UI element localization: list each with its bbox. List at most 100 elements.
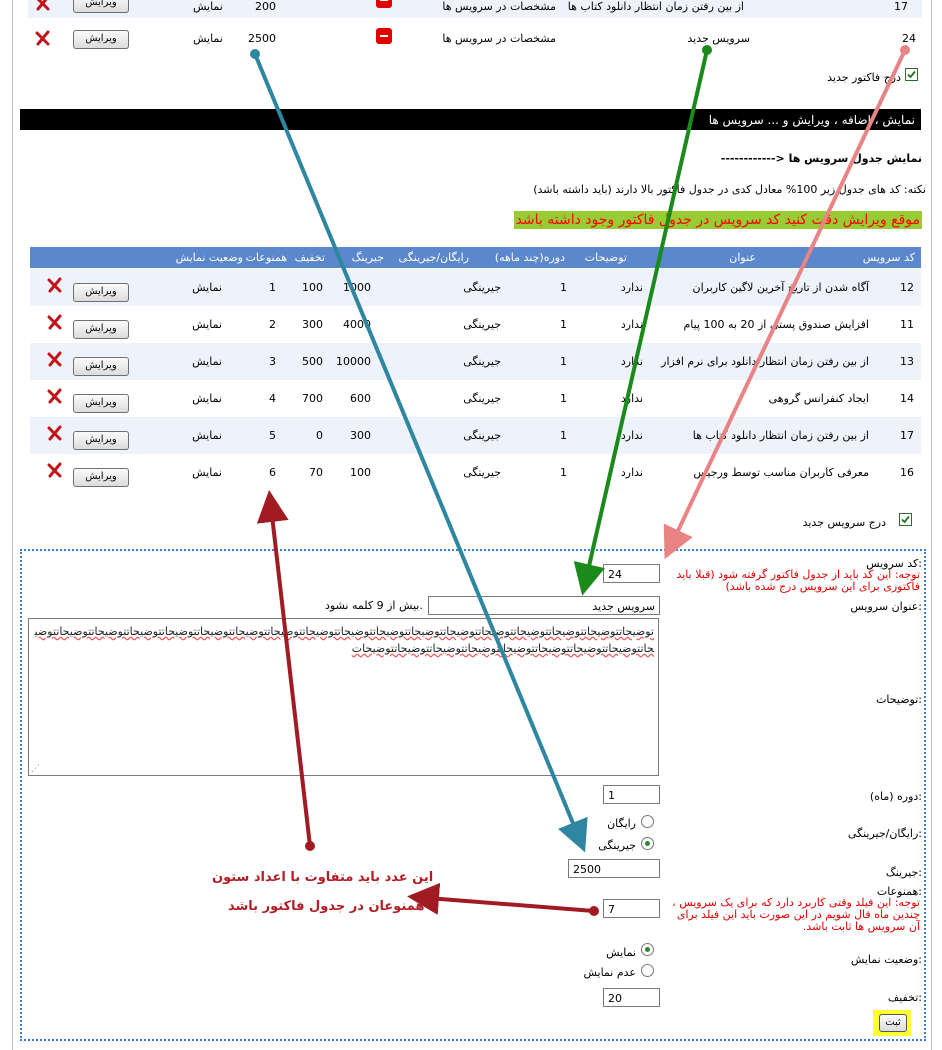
th-discount: تخفیف — [294, 251, 325, 264]
cell-discount: 100 — [302, 281, 323, 294]
price-input[interactable]: 2500 — [568, 859, 660, 878]
code-input[interactable]: 24 — [603, 564, 660, 583]
type-label: رایگان/جیرینگی: — [847, 827, 922, 840]
th-type: رایگان/جیرینگی — [398, 251, 469, 264]
cell-code: 13 — [900, 355, 914, 368]
table-row: 12 آگاه شدن از تاریخ آخرین لاگین کاربران… — [30, 269, 921, 306]
cell-siblings: 2 — [269, 318, 276, 331]
delete-x-icon[interactable] — [47, 425, 63, 441]
type-free-radio[interactable] — [641, 815, 654, 828]
cell-siblings: 5 — [269, 429, 276, 442]
edit-button[interactable]: ویرایش — [73, 394, 129, 413]
cell-period: 1 — [560, 429, 567, 442]
resize-handle-icon[interactable]: ⋰ — [31, 764, 40, 774]
cell-price: 300 — [350, 429, 371, 442]
description-text: توضیحاتتوضیحاتتوضیحاتتوضیحاتتوضیحاتتوضیح… — [34, 625, 654, 655]
insert-service-checkbox[interactable] — [899, 513, 912, 526]
status-hide-label: عدم نمایش — [583, 966, 636, 979]
discount-label: تخفیف: — [887, 991, 922, 1004]
cell-period: 1 — [560, 355, 567, 368]
cell-discount: 300 — [302, 318, 323, 331]
type-free-label: رایگان — [607, 817, 636, 830]
invoice-title: از بین رفتن زمان انتظار دانلود کتاب ها — [567, 0, 744, 13]
code-note: توجه: این کد باید از جدول فاکتور گرفته ش… — [676, 568, 920, 593]
cell-status: نمایش — [192, 318, 222, 331]
section-title-bar: نمایش ، اضافه ، ویرایش و ... سرویس ها — [20, 109, 921, 130]
cell-discount: 500 — [302, 355, 323, 368]
th-period: دوره(چند ماهه) — [494, 251, 565, 264]
edit-button[interactable]: ویرایش — [73, 320, 129, 339]
type-paid-radio[interactable] — [641, 837, 654, 850]
cell-period: 1 — [560, 318, 567, 331]
cell-siblings: 3 — [269, 355, 276, 368]
delete-x-icon[interactable] — [47, 351, 63, 367]
siblings-input[interactable]: 7 — [603, 899, 660, 918]
cell-discount: 700 — [302, 392, 323, 405]
table-row: 17 از بین رفتن زمان انتظار دانلود کتاب ه… — [30, 417, 921, 454]
edit-button[interactable]: ویرایش — [73, 0, 129, 13]
edit-button[interactable]: ویرایش — [73, 468, 129, 487]
price-label: جیرینگ: — [885, 866, 922, 879]
invoice-row: 17 از بین رفتن زمان انتظار دانلود کتاب ه… — [28, 0, 922, 18]
cell-type: جیرینگی — [463, 318, 501, 331]
services-table-link[interactable]: ------------> نمایش جدول سرویس ها — [721, 152, 922, 165]
delete-x-icon[interactable] — [35, 0, 51, 11]
cell-title: آگاه شدن از تاریخ آخرین لاگین کاربران — [692, 281, 869, 294]
cell-desc: ندارد — [620, 281, 643, 294]
cell-price: 600 — [350, 392, 371, 405]
insert-invoice-label[interactable]: درج فاکتور جدید — [827, 71, 901, 84]
delete-minus-icon[interactable] — [376, 28, 392, 44]
invoice-status: نمایش — [193, 0, 223, 13]
cell-period: 1 — [560, 281, 567, 294]
edit-button[interactable]: ویرایش — [73, 357, 129, 376]
delete-x-icon[interactable] — [47, 462, 63, 478]
cell-desc: ندارد — [620, 466, 643, 479]
description-textarea[interactable]: توضیحاتتوضیحاتتوضیحاتتوضیحاتتوضیحاتتوضیح… — [28, 618, 659, 776]
edit-button[interactable]: ویرایش — [73, 30, 129, 49]
edit-button[interactable]: ویرایش — [73, 283, 129, 302]
period-input[interactable]: 1 — [603, 785, 660, 804]
cell-price: 1000 — [343, 281, 371, 294]
discount-input[interactable]: 20 — [603, 988, 660, 1007]
annotation-line-1: این عدد باید متفاوت با اعداد ستون — [212, 870, 434, 885]
delete-minus-icon[interactable] — [376, 0, 392, 8]
insert-service-label[interactable]: درج سرویس جدید — [803, 516, 886, 529]
cell-discount: 0 — [316, 429, 323, 442]
submit-button[interactable]: ثبت — [879, 1014, 907, 1032]
title-input[interactable]: سرویس جدید — [428, 596, 660, 615]
delete-x-icon[interactable] — [35, 30, 51, 46]
siblings-note: توجه: این فیلد وقتی کاربرد دارد که برای … — [672, 896, 920, 933]
invoice-spec: مشخصات در سرویس ها — [442, 0, 556, 13]
insert-invoice-checkbox[interactable] — [905, 68, 918, 81]
th-siblings: همنوعات — [245, 251, 287, 264]
status-hide-radio[interactable] — [641, 964, 654, 977]
cell-type: جیرینگی — [463, 429, 501, 442]
cell-desc: ندارد — [620, 318, 643, 331]
cell-title: افزایش صندوق پستی از 20 به 100 پیام — [683, 318, 869, 331]
cell-code: 16 — [900, 466, 914, 479]
cell-siblings: 4 — [269, 392, 276, 405]
status-show-radio[interactable] — [641, 943, 654, 956]
cell-price: 10000 — [336, 355, 371, 368]
delete-x-icon[interactable] — [47, 388, 63, 404]
table-row: 11 افزایش صندوق پستی از 20 به 100 پیام ن… — [30, 306, 921, 343]
submit-highlight: ثبت — [873, 1010, 911, 1036]
cell-title: از بین رفتن زمان انتظار دانلود کتاب ها — [692, 429, 869, 442]
section-title: نمایش ، اضافه ، ویرایش و ... سرویس ها — [708, 113, 915, 127]
table-row: 14 ایجاد کنفرانس گروهی ندارد 1 جیرینگی 6… — [30, 380, 921, 417]
th-desc: توضیحات — [584, 251, 627, 264]
delete-x-icon[interactable] — [47, 314, 63, 330]
delete-x-icon[interactable] — [47, 277, 63, 293]
cell-status: نمایش — [192, 281, 222, 294]
cell-siblings: 1 — [269, 281, 276, 294]
cell-code: 11 — [900, 318, 914, 331]
cell-price: 4000 — [343, 318, 371, 331]
annotation-line-2: همنوعان در جدول فاکتور باشد — [228, 899, 425, 914]
invoice-row: 24 سرویس جدید مشخصات در سرویس ها 2500 نم… — [28, 26, 922, 50]
invoice-status: نمایش — [193, 32, 223, 45]
period-label: دوره (ماه): — [869, 790, 922, 803]
cell-type: جیرینگی — [463, 392, 501, 405]
cell-desc: ندارد — [620, 355, 643, 368]
edit-button[interactable]: ویرایش — [73, 431, 129, 450]
invoice-price: 200 — [255, 0, 276, 13]
